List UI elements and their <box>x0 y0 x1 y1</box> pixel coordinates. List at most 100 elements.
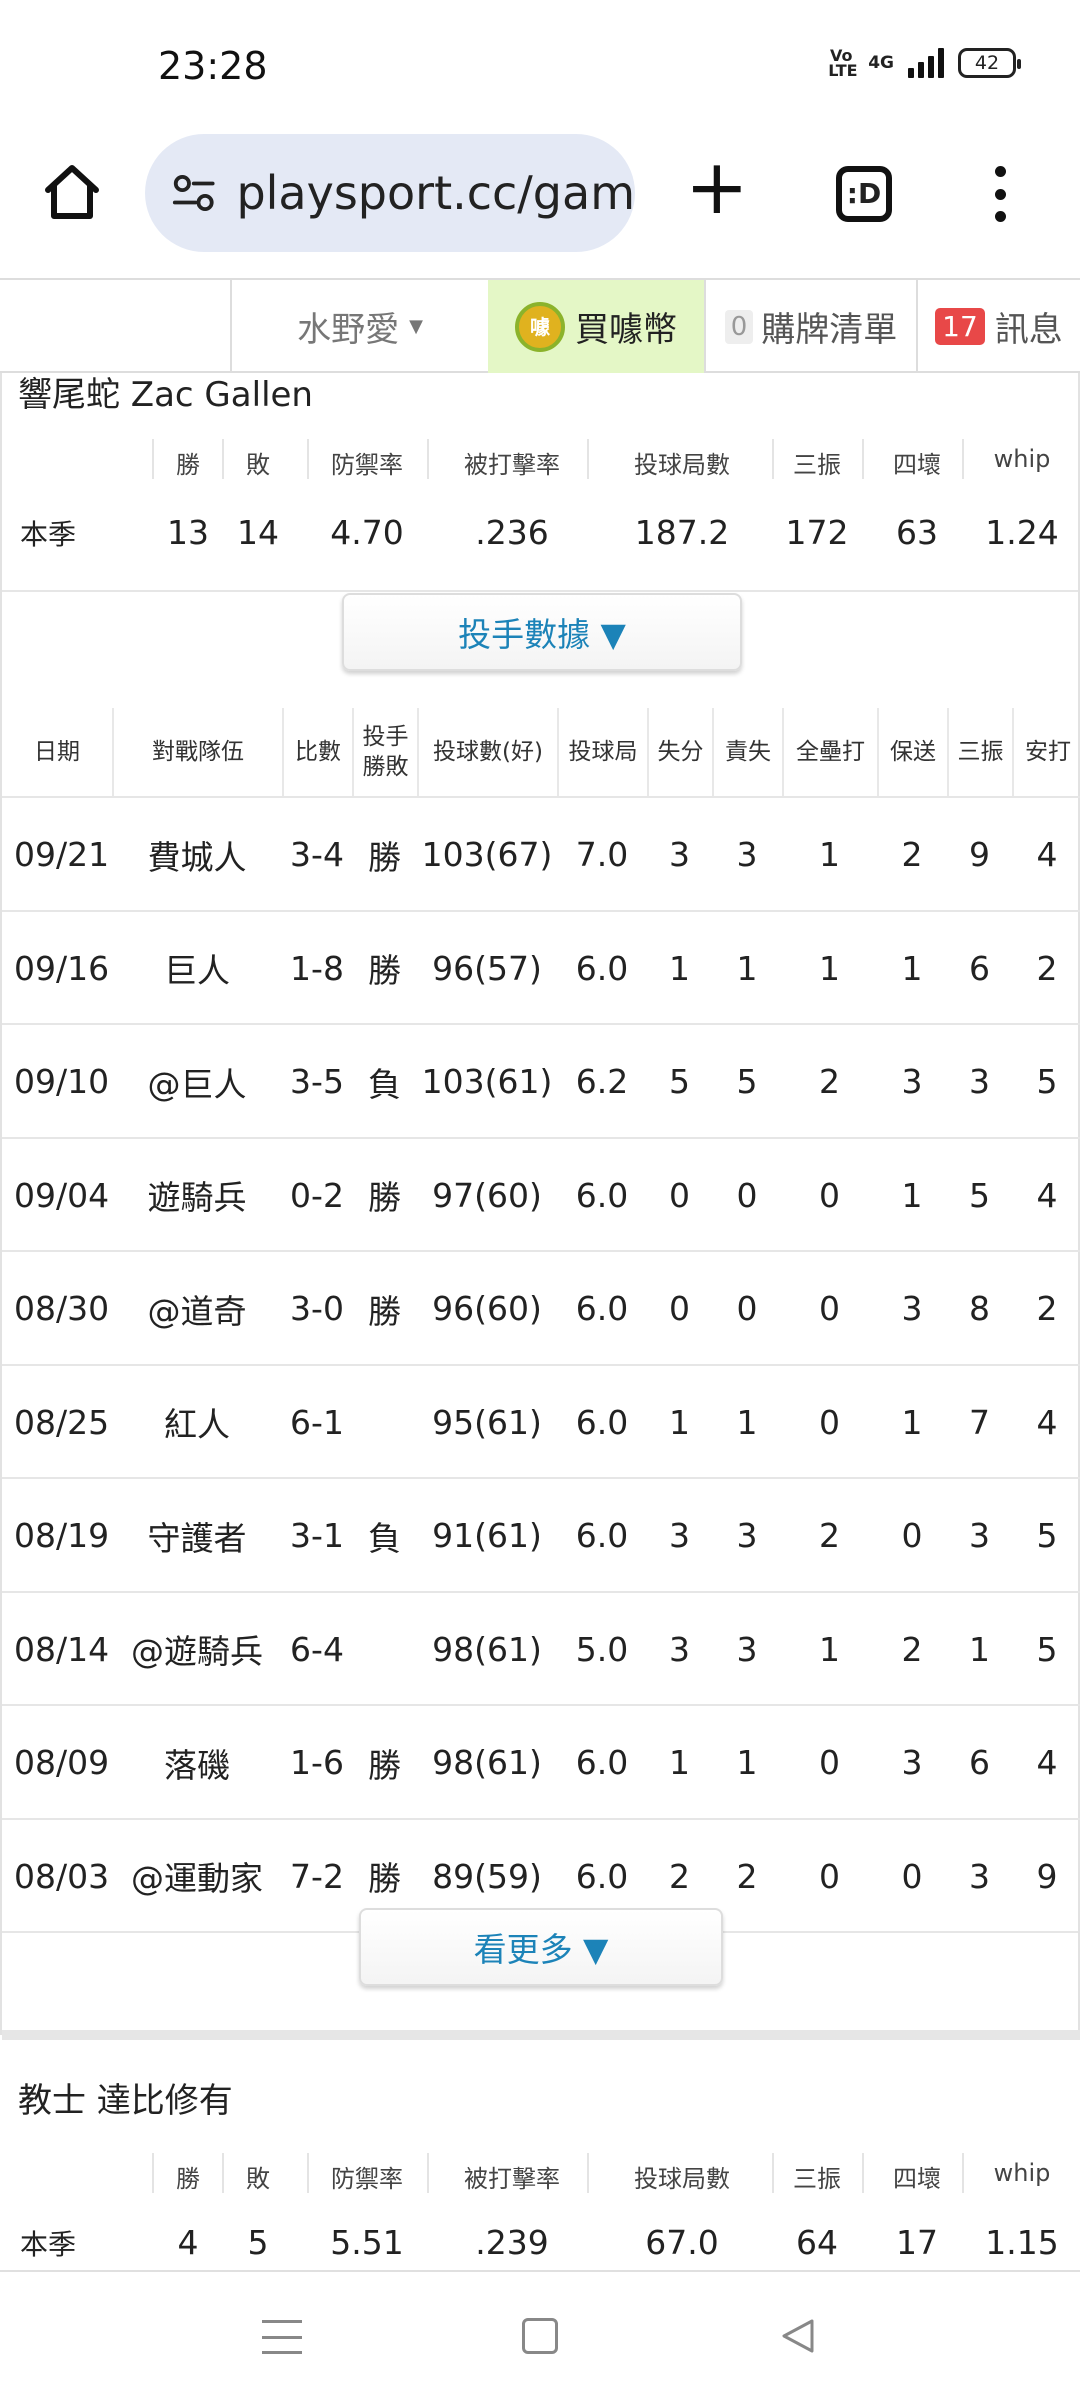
log-cell-so: 3 <box>969 1062 990 1101</box>
log-cell-so: 7 <box>969 1402 990 1442</box>
log-cell-ip: 5.0 <box>575 1629 629 1669</box>
score-dash: - <box>311 1516 323 1555</box>
home-icon[interactable] <box>40 160 104 224</box>
column-separator <box>862 2153 864 2193</box>
log-header-cell: 安打 <box>1012 708 1080 796</box>
column-separator <box>587 2153 589 2193</box>
column-separator <box>427 2153 429 2193</box>
browser-toolbar: playsport.cc/gam + :D <box>0 130 1080 278</box>
log-cell-h: 4 <box>1036 1402 1058 1442</box>
log-cell-er: 5 <box>736 1062 758 1101</box>
score-team: 1 <box>290 948 312 988</box>
section-divider <box>2 2030 1080 2040</box>
column-separator <box>307 439 309 479</box>
season-stat-cell: 5 <box>247 2223 269 2262</box>
status-bar: 23:28 Vo LTE 4G 42 <box>0 0 1080 130</box>
log-cell-date: 09/21 <box>14 835 110 874</box>
log-cell-hr: 1 <box>819 1629 840 1669</box>
score-opponent: 4 <box>322 1629 344 1669</box>
log-cell-ip: 7.0 <box>575 835 629 874</box>
recent-apps-icon[interactable] <box>262 2320 302 2354</box>
battery-icon: 42 <box>958 48 1021 78</box>
log-cell-pitches: 98(61) <box>432 1629 542 1669</box>
season-stat-cell: .236 <box>475 513 549 552</box>
score-team: 3 <box>290 1062 312 1101</box>
column-separator <box>427 439 429 479</box>
user-name: 水野愛 <box>297 310 400 350</box>
log-cell-opp: @道奇 <box>147 1291 247 1331</box>
log-cell-ip: 6.0 <box>575 1175 629 1215</box>
user-menu[interactable]: 水野愛 ▼ <box>230 280 488 373</box>
season-header-cell: 防禦率 <box>331 451 403 479</box>
log-cell-hr: 0 <box>819 1289 840 1328</box>
log-cell-date: 08/25 <box>14 1402 110 1442</box>
log-cell-date: 09/04 <box>14 1175 110 1215</box>
score-team: 3 <box>290 835 312 874</box>
season-stat-cell: 64 <box>796 2223 838 2262</box>
season-stat-cell: 187.2 <box>634 513 730 552</box>
score-dash: - <box>311 1062 323 1101</box>
score-dash: - <box>311 1629 323 1669</box>
log-cell-bb: 0 <box>901 1856 923 1896</box>
more-menu-icon[interactable] <box>990 166 1010 222</box>
url-text[interactable]: playsport.cc/gam <box>236 166 635 220</box>
pitcher-name-2: 教士 達比修有 <box>18 2081 233 2121</box>
log-cell-bb: 1 <box>901 1175 923 1215</box>
log-cell-ip: 6.0 <box>575 1743 629 1782</box>
log-cell-h: 5 <box>1036 1062 1058 1101</box>
site-settings-icon[interactable] <box>171 169 216 217</box>
season-stat-cell: 1.15 <box>985 2223 1059 2262</box>
log-cell-er: 0 <box>736 1289 758 1328</box>
log-cell-ip: 6.2 <box>575 1062 629 1101</box>
cart-link[interactable]: 0 購牌清單 <box>704 280 916 373</box>
log-cell-bb: 3 <box>901 1743 923 1782</box>
column-separator <box>962 2153 964 2193</box>
score-opponent: 8 <box>322 948 344 988</box>
score-opponent: 5 <box>322 1062 344 1101</box>
buy-coin-button[interactable]: 噱 買噱幣 <box>488 280 704 373</box>
tab-switcher-button[interactable]: :D <box>836 166 892 222</box>
season-header-cell: 被打擊率 <box>464 451 560 479</box>
log-cell-r: 1 <box>669 1743 690 1782</box>
pitcher-data-button[interactable]: 投手數據 ▼ <box>342 593 742 671</box>
log-cell-h: 9 <box>1036 1856 1058 1896</box>
log-cell-date: 08/19 <box>14 1516 110 1555</box>
status-time: 23:28 <box>158 44 268 88</box>
log-cell-pitches: 103(61) <box>421 1062 553 1101</box>
log-cell-res: 勝 <box>368 1745 401 1785</box>
log-cell-ip: 6.0 <box>575 1402 629 1442</box>
season-label: 本季 <box>20 518 77 551</box>
log-cell-h: 4 <box>1036 835 1058 874</box>
log-cell-pitches: 98(61) <box>432 1743 542 1782</box>
site-header: 水野愛 ▼ 噱 買噱幣 0 購牌清單 17 訊息 <box>0 278 1080 373</box>
score-dash: - <box>311 948 323 988</box>
cart-count-badge: 0 <box>724 309 754 344</box>
table-row: 09/10 @巨人 3-5 負 103(61) 6.2 5 5 2 3 3 5 <box>2 1023 1080 1136</box>
log-cell-er: 1 <box>736 1402 758 1442</box>
log-header-cell: 責失 <box>712 708 782 796</box>
column-separator <box>962 439 964 479</box>
messages-link[interactable]: 17 訊息 <box>916 280 1080 373</box>
address-bar[interactable]: playsport.cc/gam <box>145 134 635 252</box>
score-dash: - <box>311 1175 323 1215</box>
log-cell-opp: @運動家 <box>131 1859 263 1898</box>
log-cell-so: 6 <box>969 948 990 988</box>
season-header-cell: whip <box>993 445 1051 473</box>
score-dash: - <box>311 1289 323 1328</box>
table-row: 08/19 守護者 3-1 負 91(61) 6.0 3 3 2 0 3 5 <box>2 1477 1080 1590</box>
column-separator <box>222 2153 224 2193</box>
log-cell-hr: 2 <box>819 1062 840 1101</box>
back-icon[interactable] <box>778 2316 818 2356</box>
score-dash: - <box>311 1402 323 1442</box>
season-stat-cell: 172 <box>785 513 849 552</box>
score-cell: 6-1 <box>282 1366 352 1479</box>
see-more-button[interactable]: 看更多 ▼ <box>359 1908 723 1986</box>
season-header-cell: 敗 <box>246 451 270 479</box>
log-cell-h: 4 <box>1036 1743 1058 1782</box>
log-cell-pitches: 96(60) <box>432 1289 542 1328</box>
log-cell-r: 3 <box>669 1629 690 1669</box>
pitcher-name: 響尾蛇 Zac Gallen <box>18 375 313 415</box>
system-home-icon[interactable] <box>522 2318 558 2354</box>
new-tab-icon[interactable]: + <box>685 149 749 225</box>
score-dash: - <box>311 835 323 874</box>
